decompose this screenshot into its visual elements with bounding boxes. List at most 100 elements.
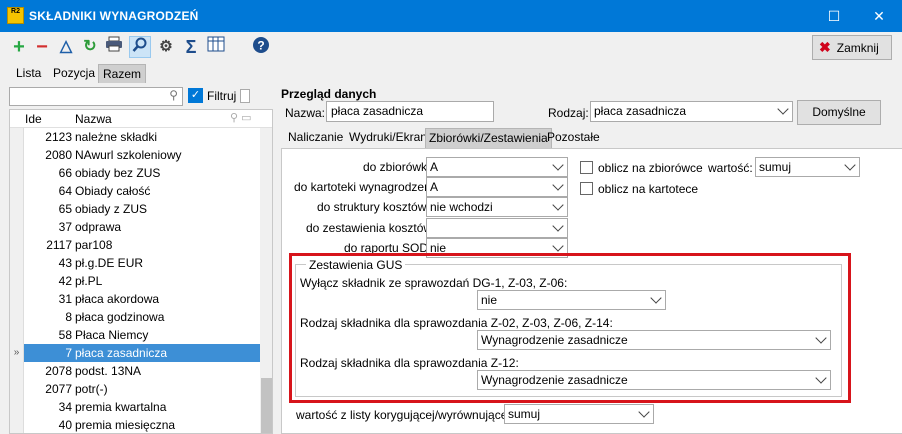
rodzaj-select[interactable]: płaca zasadnicza bbox=[590, 101, 793, 122]
list-item[interactable]: 64 Obiady całość bbox=[10, 182, 272, 200]
row-gutter bbox=[10, 380, 24, 398]
oblicz-zbiorowce-label: oblicz na zbiorówce bbox=[598, 161, 703, 175]
delete-icon[interactable]: − bbox=[31, 36, 53, 58]
cell-nazwa: potr(-) bbox=[75, 382, 108, 396]
cell-ide: 66 bbox=[58, 166, 72, 180]
cell-nazwa: płaca zasadnicza bbox=[75, 346, 168, 360]
refresh-icon[interactable]: ↻ bbox=[79, 36, 101, 58]
tab-wydruki[interactable]: Wydruki/Ekran bbox=[346, 128, 430, 148]
cell-ide: 8 bbox=[65, 310, 72, 324]
cell-nazwa: Płaca Niemcy bbox=[75, 328, 149, 342]
column-tools-icon[interactable]: ⚲ ▭ bbox=[230, 111, 252, 124]
tab-naliczanie[interactable]: Naliczanie bbox=[285, 128, 346, 148]
tab-pozycja[interactable]: Pozycja bbox=[49, 64, 99, 83]
oblicz-kartotece-label: oblicz na kartotece bbox=[598, 182, 699, 196]
korygujaca-select[interactable]: sumuj bbox=[504, 404, 654, 424]
do-kartoteki-select[interactable]: A bbox=[426, 177, 568, 197]
columns-icon[interactable] bbox=[205, 36, 227, 58]
row-gutter bbox=[10, 164, 24, 182]
search-input[interactable]: ⚲ bbox=[9, 87, 183, 106]
print-icon[interactable] bbox=[103, 36, 125, 58]
list-item[interactable]: 31 płaca akordowa bbox=[10, 290, 272, 308]
default-button[interactable]: Domyślne bbox=[797, 100, 881, 125]
row-gutter bbox=[10, 146, 24, 164]
window-title: SKŁADNIKI WYNAGRODZEŃ bbox=[29, 9, 199, 23]
cell-ide: 2080 bbox=[45, 148, 72, 162]
filter-extra-checkbox[interactable] bbox=[240, 89, 250, 103]
cell-nazwa: par108 bbox=[75, 238, 113, 252]
list-item[interactable]: 40 premia miesięczna bbox=[10, 416, 272, 433]
list-item[interactable]: 58 Płaca Niemcy bbox=[10, 326, 272, 344]
components-list: Ide Nazwa ⚲ ▭ 2123 należne składki 2080 NAw… bbox=[9, 109, 273, 434]
scroll-thumb[interactable] bbox=[261, 378, 272, 433]
cell-nazwa: należne składki bbox=[75, 130, 158, 144]
chevron-down-icon bbox=[844, 159, 856, 171]
tab-pozostale[interactable]: Pozostałe bbox=[544, 128, 603, 148]
list-item[interactable]: » 7 płaca zasadnicza bbox=[10, 344, 272, 362]
filter-checkbox[interactable]: ✓ bbox=[188, 88, 203, 103]
row-gutter bbox=[10, 398, 24, 416]
do-struktury-select[interactable]: nie wchodzi bbox=[426, 197, 568, 217]
chevron-down-icon bbox=[552, 220, 564, 232]
list-item[interactable]: 2123 należne składki bbox=[10, 128, 272, 146]
oblicz-zbiorowce-checkbox[interactable] bbox=[580, 161, 593, 174]
row-gutter bbox=[10, 290, 24, 308]
list-panel: ⚲ ✓ Filtruj Ide Nazwa ⚲ ▭ 2123 należne sk… bbox=[0, 83, 273, 434]
list-item[interactable]: 37 odprawa bbox=[10, 218, 272, 236]
chevron-down-icon bbox=[552, 199, 564, 211]
list-item[interactable]: 2078 podst. 13NA bbox=[10, 362, 272, 380]
cell-nazwa: pł.PL bbox=[75, 274, 103, 288]
do-zestawienia-select[interactable] bbox=[426, 218, 568, 238]
close-button[interactable]: ✖ Zamknij bbox=[812, 35, 892, 60]
list-item[interactable]: 43 pł.g.DE EUR bbox=[10, 254, 272, 272]
help-icon[interactable]: ? bbox=[250, 36, 272, 58]
cell-nazwa: podst. 13NA bbox=[75, 364, 142, 378]
column-ide[interactable]: Ide bbox=[25, 112, 42, 126]
list-item[interactable]: 2080 NAwurl szkoleniowy bbox=[10, 146, 272, 164]
list-item[interactable]: 2077 potr(-) bbox=[10, 380, 272, 398]
cell-nazwa: NAwurl szkoleniowy bbox=[75, 148, 182, 162]
list-header: Ide Nazwa ⚲ ▭ bbox=[10, 110, 272, 128]
cell-nazwa: Obiady całość bbox=[75, 184, 151, 198]
do-struktury-label: do struktury kosztów: bbox=[317, 200, 430, 214]
cell-ide: 65 bbox=[58, 202, 72, 216]
details-panel: Przegląd danych Nazwa: płaca zasadnicza … bbox=[274, 83, 902, 434]
cell-nazwa: płaca godzinowa bbox=[75, 310, 165, 324]
maximize-icon[interactable]: ☐ bbox=[812, 0, 856, 32]
tab-zbiorowki[interactable]: Zbiorówki/Zestawienia bbox=[425, 128, 552, 148]
list-item[interactable]: 34 premia kwartalna bbox=[10, 398, 272, 416]
cell-ide: 43 bbox=[58, 256, 72, 270]
row-gutter bbox=[10, 416, 24, 433]
cell-ide: 2117 bbox=[46, 238, 72, 252]
sum-icon[interactable]: Σ bbox=[180, 36, 202, 58]
list-item[interactable]: 8 płaca godzinowa bbox=[10, 308, 272, 326]
row-gutter bbox=[10, 272, 24, 290]
search-small-icon: ⚲ bbox=[169, 88, 178, 102]
cell-nazwa: pł.g.DE EUR bbox=[75, 256, 144, 270]
wartosc-value: sumuj bbox=[759, 160, 792, 174]
list-scrollbar[interactable] bbox=[260, 128, 272, 433]
add-icon[interactable]: + bbox=[8, 36, 30, 58]
tab-lista[interactable]: Lista bbox=[12, 64, 45, 83]
nazwa-field[interactable]: płaca zasadnicza bbox=[326, 101, 494, 122]
close-window-icon[interactable]: ✕ bbox=[857, 0, 901, 32]
list-item[interactable]: 65 obiady z ZUS bbox=[10, 200, 272, 218]
cell-ide: 37 bbox=[58, 220, 72, 234]
list-item[interactable]: 2117 par108 bbox=[10, 236, 272, 254]
cell-nazwa: obiady z ZUS bbox=[75, 202, 148, 216]
filter-icon[interactable]: △ bbox=[55, 36, 77, 58]
cell-nazwa: premia kwartalna bbox=[75, 400, 167, 414]
tab-razem[interactable]: Razem bbox=[98, 64, 147, 83]
list-item[interactable]: 42 pł.PL bbox=[10, 272, 272, 290]
search-icon[interactable] bbox=[129, 36, 151, 58]
cell-ide: 2123 bbox=[45, 130, 72, 144]
settings-icon[interactable]: ⚙ bbox=[155, 36, 177, 58]
do-zbiorowki-select[interactable]: A bbox=[426, 157, 568, 177]
list-item[interactable]: 66 obiady bez ZUS bbox=[10, 164, 272, 182]
wartosc-select[interactable]: sumuj bbox=[755, 157, 860, 177]
row-gutter bbox=[10, 308, 24, 326]
do-zbiorowki-label: do zbiorówki: bbox=[363, 160, 434, 174]
column-nazwa[interactable]: Nazwa bbox=[75, 112, 112, 126]
oblicz-kartotece-checkbox[interactable] bbox=[580, 182, 593, 195]
korygujaca-value: sumuj bbox=[508, 407, 541, 421]
